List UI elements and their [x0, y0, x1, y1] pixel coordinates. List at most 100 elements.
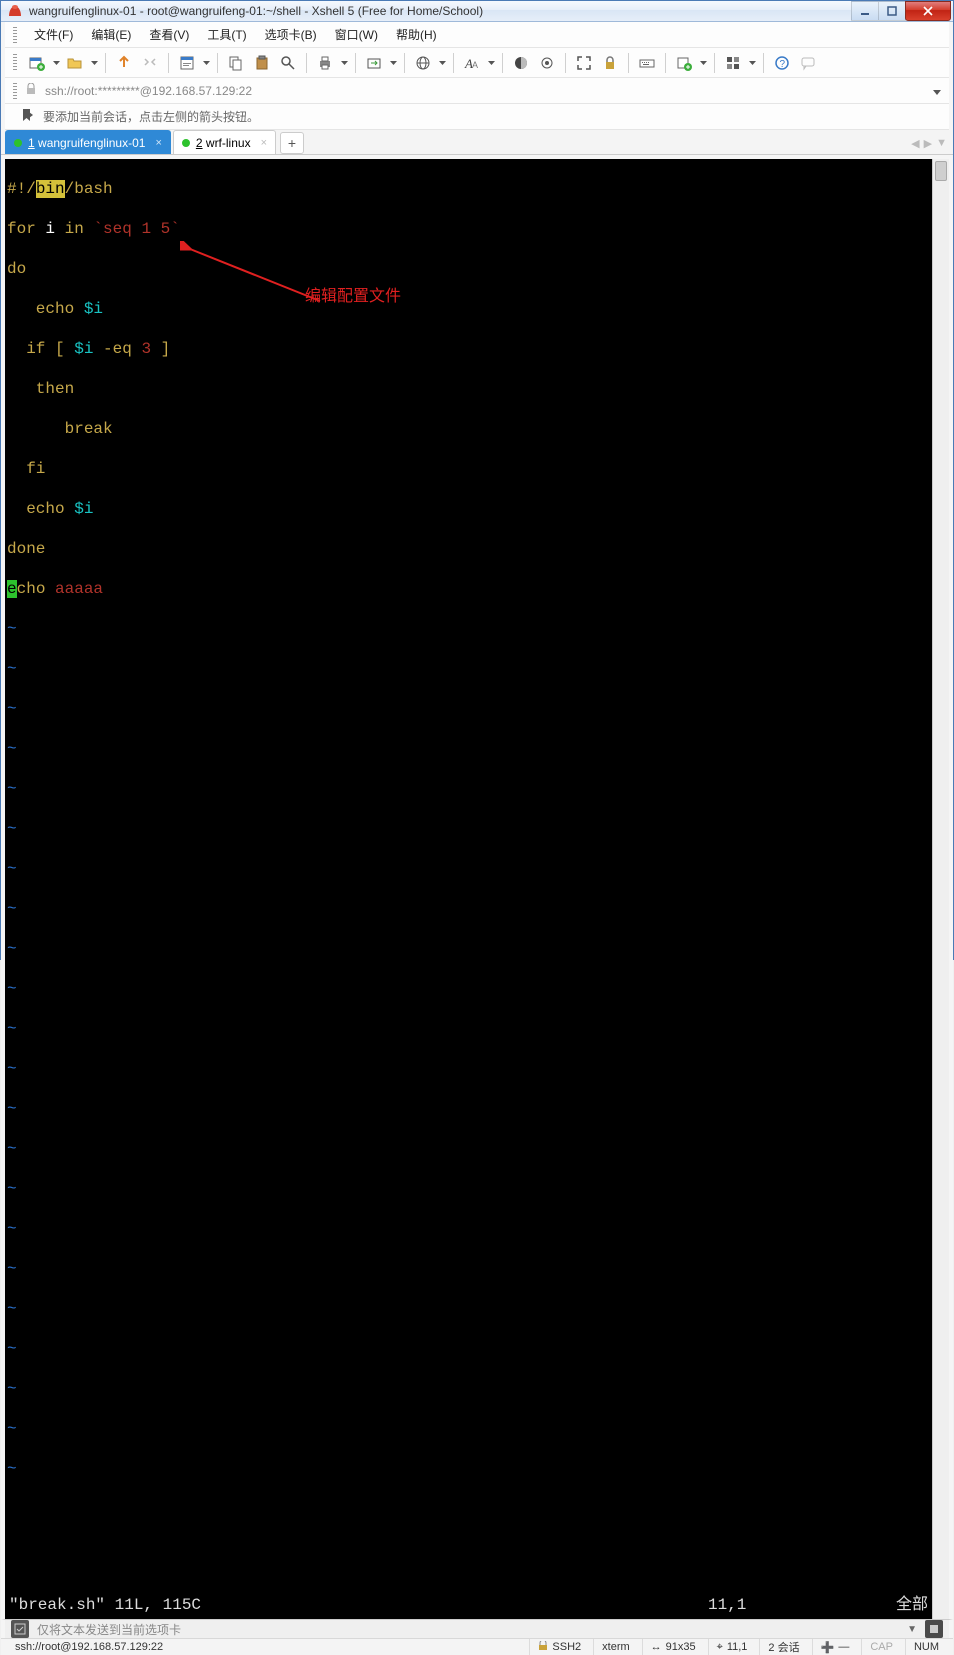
vim-cursor-pos: 11,1: [708, 1595, 868, 1615]
grip-icon: [13, 27, 17, 43]
paste-icon[interactable]: [250, 51, 274, 75]
dropdown-icon[interactable]: ▼: [907, 1624, 917, 1635]
bookmark-arrow-icon[interactable]: [21, 108, 35, 125]
size-icon: ↔: [651, 1641, 662, 1653]
app-icon: [7, 3, 23, 19]
transfer-icon[interactable]: [362, 51, 386, 75]
dropdown-icon[interactable]: [437, 61, 447, 65]
scroll-thumb[interactable]: [935, 161, 947, 181]
hint-bar: 要添加当前会话，点击左侧的箭头按钮。: [5, 104, 949, 130]
menu-tools[interactable]: 工具(T): [200, 23, 253, 46]
lock-small-icon: [538, 1641, 548, 1654]
send-input[interactable]: 仅将文本发送到当前选项卡: [37, 1621, 899, 1638]
cursor-icon: ⌖: [717, 1641, 723, 1654]
font-icon[interactable]: AA: [460, 51, 484, 75]
menu-window[interactable]: 窗口(W): [328, 23, 385, 46]
highlight-icon[interactable]: [535, 51, 559, 75]
lock-icon[interactable]: [598, 51, 622, 75]
terminal[interactable]: #!/bin/bash for i in `seq 1 5` do echo $…: [5, 159, 932, 1619]
status-term-type: xterm: [593, 1639, 638, 1655]
properties-icon[interactable]: [175, 51, 199, 75]
tab-list-icon[interactable]: ▼: [936, 137, 947, 150]
dropdown-icon[interactable]: [933, 84, 941, 98]
send-target-icon[interactable]: [11, 1620, 29, 1638]
terminal-scrollbar[interactable]: [932, 159, 949, 1619]
address-bar: ssh://root:*********@192.168.57.129:22: [5, 78, 949, 104]
new-session-icon[interactable]: [25, 51, 49, 75]
plus-icon[interactable]: ➕: [821, 1641, 835, 1654]
status-num: NUM: [905, 1639, 947, 1655]
dropdown-icon[interactable]: [486, 61, 496, 65]
dropdown-icon[interactable]: [51, 61, 61, 65]
status-dot-icon: [182, 139, 190, 147]
svg-text:?: ?: [780, 59, 786, 70]
vim-status-line: "break.sh" 11L, 115C 11,1 全部: [9, 1595, 928, 1615]
toolbar: AA ?: [5, 48, 949, 78]
svg-text:A: A: [472, 60, 478, 70]
reconnect-icon[interactable]: [112, 51, 136, 75]
tile-icon[interactable]: [721, 51, 745, 75]
grip-icon: [13, 54, 17, 72]
prev-tab-icon[interactable]: ◀: [911, 137, 919, 150]
open-folder-icon[interactable]: [63, 51, 87, 75]
vim-scroll-pct: 全部: [868, 1595, 928, 1615]
status-encoding: ➕—: [812, 1639, 858, 1655]
status-cursor: ⌖11,1: [708, 1639, 756, 1655]
help-icon[interactable]: ?: [770, 51, 794, 75]
hint-text: 要添加当前会话，点击左侧的箭头按钮。: [43, 108, 259, 125]
address-text[interactable]: ssh://root:*********@192.168.57.129:22: [45, 84, 925, 98]
print-icon[interactable]: [313, 51, 337, 75]
vim-file-info: "break.sh" 11L, 115C: [9, 1595, 708, 1615]
tab-nav: ◀ ▶ ▼: [911, 137, 947, 150]
dropdown-icon[interactable]: [89, 61, 99, 65]
send-bar: 仅将文本发送到当前选项卡 ▼: [1, 1619, 953, 1638]
dropdown-icon[interactable]: [339, 61, 349, 65]
session-tabbar: 1 wangruifenglinux-01 × 2 wrf-linux × + …: [1, 130, 953, 155]
fullscreen-icon[interactable]: [572, 51, 596, 75]
close-icon[interactable]: ×: [261, 137, 267, 149]
status-connection: ssh://root@192.168.57.129:22: [7, 1639, 525, 1655]
dropdown-icon[interactable]: [698, 61, 708, 65]
menu-view[interactable]: 查看(V): [142, 23, 196, 46]
status-protocol: SSH2: [529, 1639, 589, 1655]
lock-small-icon: [25, 83, 37, 98]
menu-file[interactable]: 文件(F): [27, 23, 80, 46]
tab-label: 1 wangruifenglinux-01: [28, 136, 145, 150]
globe-icon[interactable]: [411, 51, 435, 75]
next-tab-icon[interactable]: ▶: [924, 137, 932, 150]
color-scheme-icon[interactable]: [509, 51, 533, 75]
status-cap: CAP: [861, 1639, 901, 1655]
app-window: wangruifenglinux-01 - root@wangruifeng-0…: [0, 0, 954, 960]
dropdown-icon[interactable]: [747, 61, 757, 65]
status-term-size: ↔91x35: [642, 1639, 704, 1655]
copy-icon[interactable]: [224, 51, 248, 75]
status-dot-icon: [14, 139, 22, 147]
tab-label: 2 wrf-linux: [196, 136, 251, 150]
add-tab-button[interactable]: +: [280, 132, 304, 154]
disconnect-icon[interactable]: [138, 51, 162, 75]
maximize-button[interactable]: [878, 1, 906, 21]
session-tab-2[interactable]: 2 wrf-linux ×: [173, 130, 276, 154]
dropdown-icon[interactable]: [201, 61, 211, 65]
find-icon[interactable]: [276, 51, 300, 75]
grip-icon: [13, 83, 17, 99]
minus-icon[interactable]: —: [838, 1641, 849, 1653]
titlebar: wangruifenglinux-01 - root@wangruifeng-0…: [1, 1, 953, 22]
feedback-icon[interactable]: [796, 51, 820, 75]
session-tab-1[interactable]: 1 wangruifenglinux-01 ×: [5, 130, 171, 154]
new-tab-icon[interactable]: [672, 51, 696, 75]
menu-edit[interactable]: 编辑(E): [84, 23, 138, 46]
send-button[interactable]: [925, 1620, 943, 1638]
menu-help[interactable]: 帮助(H): [389, 23, 444, 46]
status-sessions: 2 会话: [759, 1639, 807, 1655]
terminal-container: #!/bin/bash for i in `seq 1 5` do echo $…: [1, 155, 953, 1619]
window-title: wangruifenglinux-01 - root@wangruifeng-0…: [29, 4, 852, 18]
close-icon[interactable]: ×: [155, 137, 161, 149]
close-button[interactable]: [905, 1, 951, 21]
statusbar: ssh://root@192.168.57.129:22 SSH2 xterm …: [1, 1638, 953, 1655]
menu-tabs[interactable]: 选项卡(B): [258, 23, 324, 46]
dropdown-icon[interactable]: [388, 61, 398, 65]
keyboard-icon[interactable]: [635, 51, 659, 75]
minimize-button[interactable]: [851, 1, 879, 21]
menubar: 文件(F) 编辑(E) 查看(V) 工具(T) 选项卡(B) 窗口(W) 帮助(…: [5, 22, 949, 48]
